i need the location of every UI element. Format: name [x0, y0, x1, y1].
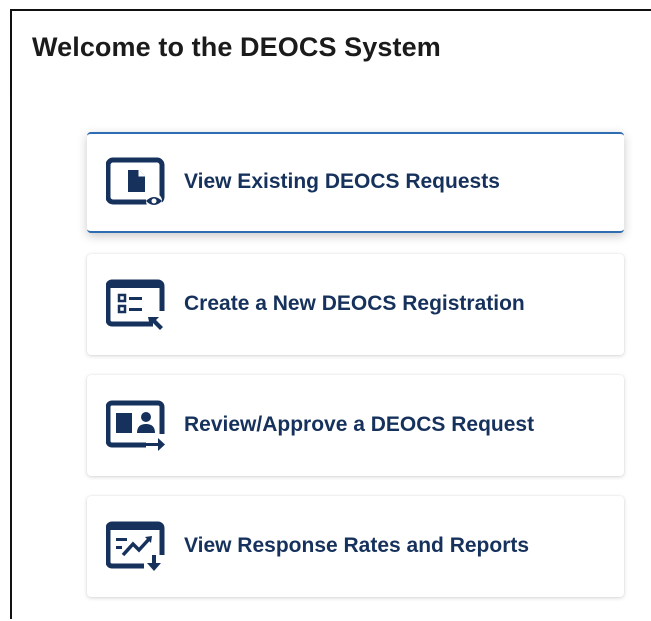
response-rates-icon — [106, 521, 165, 571]
main-content: View Existing DEOCS Requests Create a Ne… — [12, 91, 651, 621]
card-label: Review/Approve a DEOCS Request — [184, 413, 535, 436]
create-registration-icon — [106, 279, 165, 330]
card-label: Create a New DEOCS Registration — [184, 292, 525, 315]
page-title: Welcome to the DEOCS System — [32, 32, 441, 62]
view-requests-icon — [106, 157, 165, 209]
review-approve-icon — [106, 400, 165, 451]
page-header: Welcome to the DEOCS System — [12, 11, 651, 91]
card-label: View Existing DEOCS Requests — [184, 170, 500, 193]
view-existing-requests-card[interactable]: View Existing DEOCS Requests — [87, 132, 624, 233]
app-frame: Welcome to the DEOCS System View Existin… — [10, 9, 651, 621]
response-rates-card[interactable]: View Response Rates and Reports — [87, 496, 624, 597]
review-approve-card[interactable]: Review/Approve a DEOCS Request — [87, 375, 624, 476]
create-registration-card[interactable]: Create a New DEOCS Registration — [87, 254, 624, 355]
card-label: View Response Rates and Reports — [184, 534, 530, 557]
